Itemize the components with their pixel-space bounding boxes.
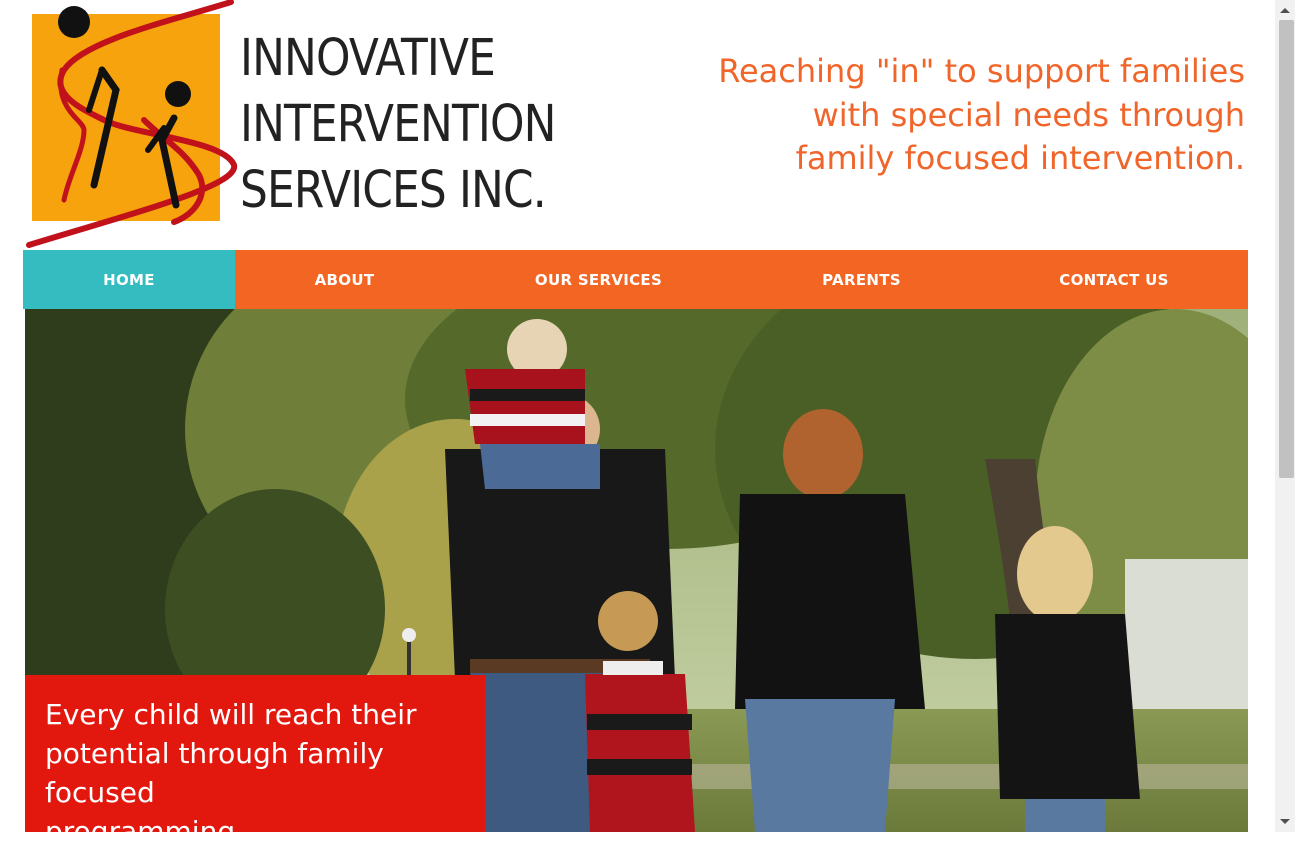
logo-line-3: SERVICES INC. <box>240 161 547 220</box>
nav-item-contact-us[interactable]: CONTACT US <box>980 250 1248 309</box>
scrollbar-thumb[interactable] <box>1279 20 1294 478</box>
main-navigation: HOME ABOUT OUR SERVICES PARENTS CONTACT … <box>23 250 1248 309</box>
nav-item-about[interactable]: ABOUT <box>235 250 454 309</box>
scroll-up-arrow-icon[interactable] <box>1280 8 1290 13</box>
tagline-line-1: Reaching "in" to support families <box>718 52 1245 90</box>
logo-line-2: INTERVENTION <box>240 95 556 154</box>
mission-statement-box: Every child will reach their potential t… <box>25 675 486 848</box>
site-logo[interactable]: INNOVATIVE INTERVENTION SERVICES INC. <box>24 0 594 250</box>
logo-figures-icon <box>26 0 238 248</box>
mission-line-2: potential through family focused <box>45 737 384 809</box>
mission-line-1: Every child will reach their <box>45 698 417 731</box>
scroll-down-arrow-icon[interactable] <box>1280 819 1290 824</box>
nav-item-our-services[interactable]: OUR SERVICES <box>454 250 743 309</box>
tagline-line-3: family focused intervention. <box>795 139 1245 177</box>
logo-line-1: INNOVATIVE <box>240 29 496 88</box>
header-tagline: Reaching "in" to support families with s… <box>685 50 1245 181</box>
logo-wordmark: INNOVATIVE INTERVENTION SERVICES INC. <box>240 26 607 224</box>
nav-item-home[interactable]: HOME <box>23 250 235 309</box>
page-scrollbar[interactable] <box>1275 0 1295 832</box>
tagline-line-2: with special needs through <box>812 95 1245 134</box>
nav-item-parents[interactable]: PARENTS <box>743 250 980 309</box>
